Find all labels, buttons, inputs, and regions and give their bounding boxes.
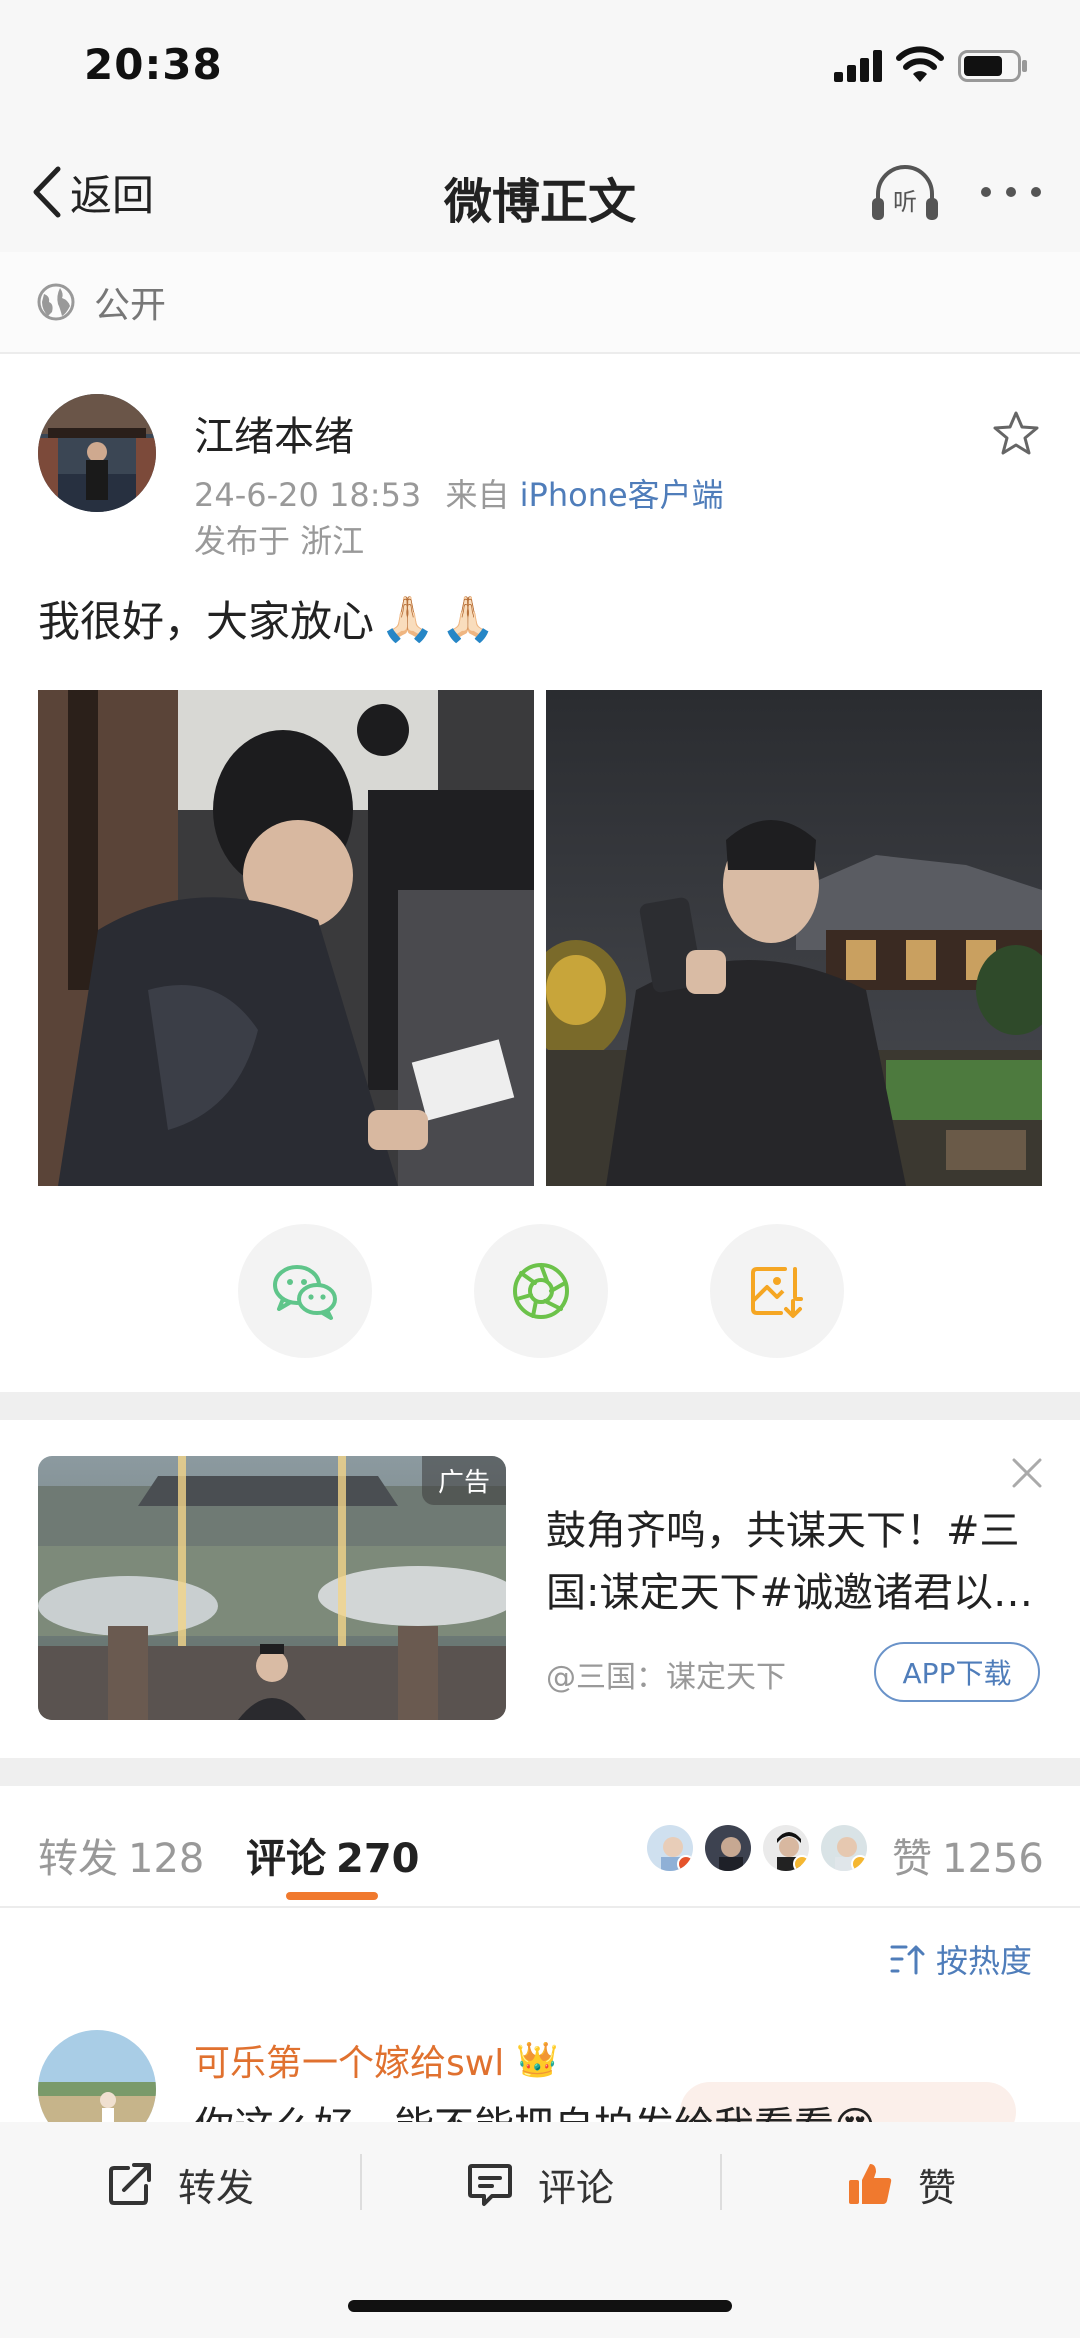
ad-text-line2: 国:谋定天下#诚邀诸君以…: [546, 1570, 1033, 1616]
repost-label: 转发: [178, 2165, 255, 2210]
commenter-name-text: 可乐第一个嫁给swl: [194, 2043, 505, 2084]
app-download-button[interactable]: APP下载: [874, 1642, 1040, 1702]
ad-image[interactable]: 广告: [38, 1456, 506, 1720]
post-photo-2[interactable]: [546, 690, 1042, 1186]
post-text: 我很好，大家放心 🙏🏻🙏🏻: [38, 588, 502, 649]
tab-like[interactable]: 赞 1256: [892, 1826, 1044, 1884]
chevron-left-icon: [33, 166, 61, 218]
close-icon[interactable]: [1010, 1456, 1044, 1490]
tab-like-count: 1256: [942, 1836, 1044, 1882]
like-label: 赞: [918, 2165, 957, 2210]
liker-avatar[interactable]: [702, 1822, 754, 1874]
tab-repost[interactable]: 转发 128: [38, 1826, 204, 1884]
pray-emoji: 🙏🏻🙏🏻: [380, 593, 502, 645]
home-indicator: [348, 2300, 732, 2312]
divider: [720, 2154, 722, 2210]
share-wechat-button[interactable]: [238, 1224, 372, 1358]
wechat-icon: [273, 1265, 337, 1320]
repost-button[interactable]: 转发: [106, 2154, 254, 2214]
tab-like-label: 赞: [892, 1836, 932, 1882]
ad-source: @三国：谋定天下: [546, 1660, 786, 1695]
post-meta: 24-6-20 18:53 来自 iPhone客户端: [194, 470, 724, 516]
ad-text[interactable]: 鼓角齐鸣，共谋天下！#三 国:谋定天下#诚邀诸君以…: [546, 1500, 1042, 1624]
verified-badge-icon: [793, 1855, 809, 1871]
crown-badge-icon: 👑: [516, 2040, 559, 2080]
sort-icon: [890, 1945, 925, 1975]
tab-repost-label: 转发: [38, 1836, 118, 1882]
section-divider: [0, 1392, 1080, 1420]
sort-label: 按热度: [936, 1942, 1033, 1980]
tab-comment-label: 评论: [246, 1836, 326, 1882]
commenter-name[interactable]: 可乐第一个嫁给swl 👑: [194, 2034, 559, 2086]
liker-avatar[interactable]: [760, 1822, 812, 1874]
visibility-row: 公开: [0, 252, 1080, 354]
tab-comment-count: 270: [336, 1836, 420, 1882]
visibility-label: 公开: [94, 285, 167, 326]
thumbs-up-icon: [849, 2164, 892, 2204]
post-source[interactable]: iPhone客户端: [520, 476, 724, 514]
verified-badge-icon: [677, 1855, 693, 1871]
section-divider: [0, 1758, 1080, 1786]
headphones-listen-icon[interactable]: 听: [870, 160, 940, 224]
author-name[interactable]: 江绪本绪: [194, 404, 354, 462]
source-prefix: 来自: [445, 476, 510, 514]
ad-badge: 广告: [421, 1456, 506, 1505]
wifi-icon: [896, 46, 944, 82]
comment-icon: [468, 2164, 512, 2206]
author-avatar[interactable]: [38, 394, 156, 512]
listen-label: 听: [893, 188, 917, 216]
tab-comment[interactable]: 评论 270: [246, 1826, 420, 1884]
sort-by-hot-button[interactable]: 按热度: [890, 1936, 1032, 1982]
ad-text-line1: 鼓角齐鸣，共谋天下！#三: [546, 1508, 1020, 1554]
like-button[interactable]: 赞: [846, 2154, 956, 2214]
status-time: 20:38: [84, 40, 223, 89]
save-image-icon: [751, 1267, 803, 1318]
battery-icon: [958, 50, 1027, 82]
star-favorite-icon[interactable]: [992, 410, 1040, 456]
active-tab-indicator: [286, 1892, 378, 1900]
post-photo-1[interactable]: [38, 690, 534, 1186]
globe-icon: [37, 283, 75, 321]
tab-repost-count: 128: [128, 1836, 205, 1882]
save-image-button[interactable]: [710, 1224, 844, 1358]
more-options-icon[interactable]: [978, 184, 1044, 200]
liker-avatar[interactable]: [818, 1822, 870, 1874]
comment-label: 评论: [538, 2165, 615, 2210]
back-label: 返回: [70, 170, 155, 220]
post-text-content: 我很好，大家放心: [38, 597, 375, 646]
back-button[interactable]: 返回: [30, 160, 154, 224]
share-moments-button[interactable]: [474, 1224, 608, 1358]
cellular-signal-icon: [834, 50, 882, 82]
post-location: 发布于 浙江: [194, 522, 365, 560]
moments-icon: [513, 1263, 569, 1319]
post-date: 24-6-20 18:53: [194, 476, 422, 514]
tabs-divider: [0, 1906, 1080, 1908]
liker-avatar[interactable]: [644, 1822, 696, 1874]
verified-badge-icon: [851, 1855, 867, 1871]
repost-icon: [109, 2163, 151, 2205]
divider: [360, 2154, 362, 2210]
comment-button[interactable]: 评论: [466, 2154, 614, 2214]
